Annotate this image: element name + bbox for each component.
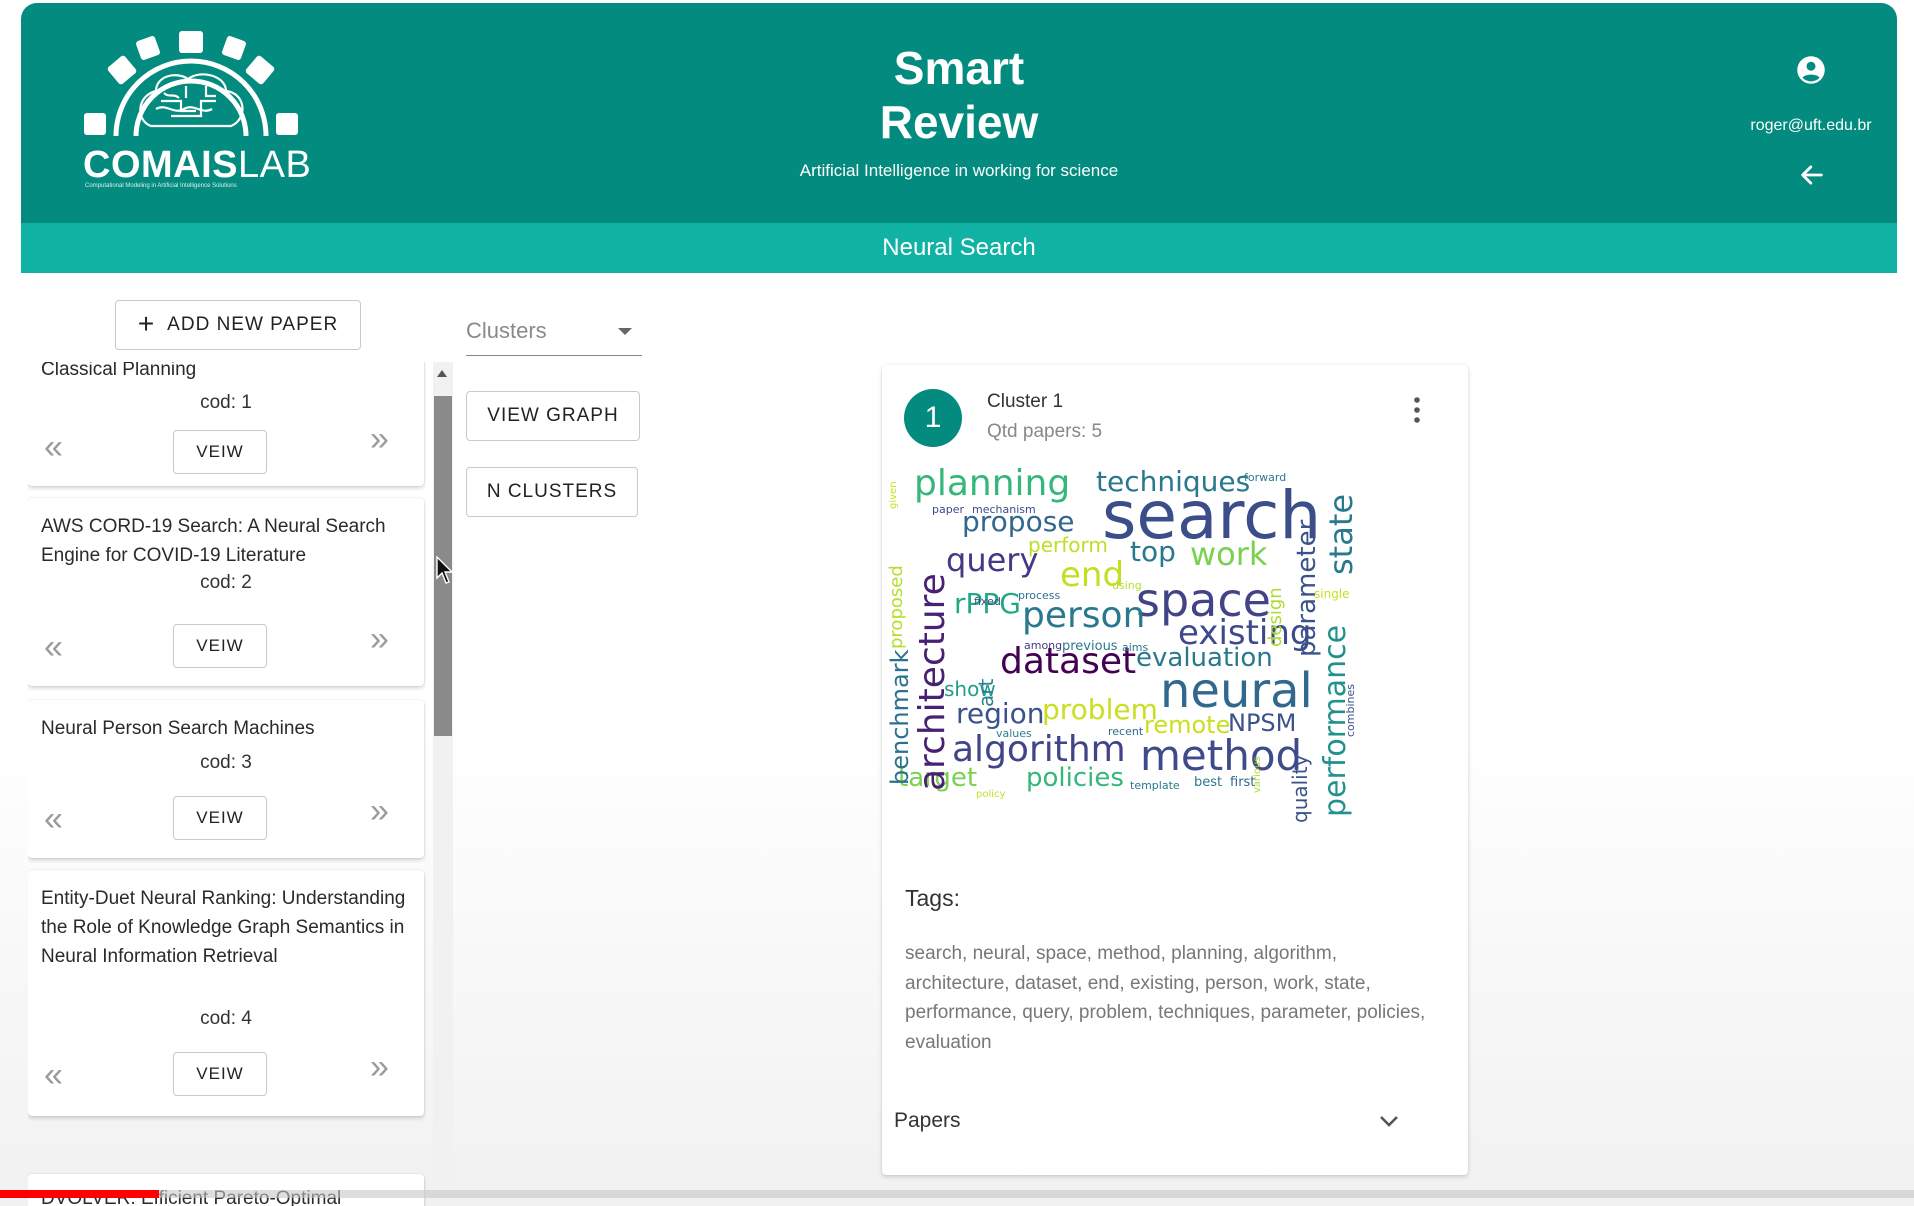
clusters-select-placeholder: Clusters xyxy=(466,318,547,343)
word-cloud-word: template xyxy=(1130,779,1180,792)
account-circle-icon[interactable] xyxy=(1796,55,1826,85)
section-title-bar: Neural Search xyxy=(21,223,1897,273)
more-vertical-icon[interactable] xyxy=(1412,395,1422,425)
paper-cod: cod: 3 xyxy=(200,752,252,773)
cluster-paper-count: Qtd papers: 5 xyxy=(987,421,1103,442)
add-new-paper-button[interactable]: + ADD NEW PAPER xyxy=(115,300,361,350)
papers-expander[interactable]: Papers xyxy=(882,1101,1468,1161)
word-cloud-word: techniques xyxy=(1096,465,1251,498)
word-cloud-word: art xyxy=(974,678,998,707)
word-cloud-word: values xyxy=(996,727,1032,740)
paper-card: Entity-Duet Neural Ranking: Understandin… xyxy=(28,870,424,1116)
paper-cod: cod: 2 xyxy=(200,572,252,593)
caret-down-icon xyxy=(618,328,632,335)
word-cloud-word: paper xyxy=(932,503,964,516)
word-cloud-word: state xyxy=(1322,493,1360,575)
word-cloud-word: best xyxy=(1194,775,1223,790)
view-graph-button[interactable]: VIEW GRAPH xyxy=(466,391,640,441)
word-cloud-word: planning xyxy=(914,463,1071,504)
video-progress-track[interactable] xyxy=(0,1190,1914,1198)
clusters-select[interactable]: Clusters xyxy=(466,312,642,356)
word-cloud-word: various xyxy=(1252,756,1263,793)
word-cloud-word: proposed xyxy=(886,565,907,649)
add-new-paper-label: ADD NEW PAPER xyxy=(167,314,339,335)
word-cloud-word: region xyxy=(956,697,1045,730)
user-email: roger@uft.edu.br xyxy=(1750,117,1872,134)
paper-card: AWS CORD-19 Search: A Neural Search Engi… xyxy=(28,498,424,686)
word-cloud-word: using xyxy=(1112,579,1142,592)
word-cloud-word: benchmark xyxy=(886,649,914,785)
cluster-number-avatar: 1 xyxy=(904,389,962,447)
app-title-line1: Smart xyxy=(893,42,1025,94)
previous-icon[interactable]: « xyxy=(44,802,63,836)
view-paper-button[interactable]: VEIW xyxy=(173,796,267,840)
papers-label: Papers xyxy=(894,1109,961,1132)
n-clusters-button[interactable]: N CLUSTERS xyxy=(466,467,638,517)
word-cloud-word: forward xyxy=(1244,471,1287,484)
plus-icon: + xyxy=(137,307,156,339)
page: COMAISLAB Computational Modeling in Arti… xyxy=(0,0,1914,1206)
word-cloud-word: among xyxy=(1024,639,1063,652)
word-cloud-word: given xyxy=(888,481,899,509)
paper-cod: cod: 1 xyxy=(200,392,252,413)
cluster-name: Cluster 1 xyxy=(987,391,1064,412)
paper-card: Neural Person Search Machines cod: 3 « V… xyxy=(28,700,424,858)
tags-list: search, neural, space, method, planning,… xyxy=(905,943,1426,1053)
chevron-down-icon[interactable] xyxy=(1378,1113,1400,1129)
word-cloud-word: top xyxy=(1130,535,1176,568)
word-cloud-word: design xyxy=(1265,587,1286,647)
next-icon[interactable]: » xyxy=(370,794,389,828)
mouse-cursor-icon xyxy=(436,556,454,584)
tags-label: Tags: xyxy=(905,885,960,911)
word-cloud-word: single xyxy=(1314,587,1350,601)
word-cloud-word: mechanism xyxy=(972,503,1036,516)
previous-icon[interactable]: « xyxy=(44,630,63,664)
word-cloud-word: fixed xyxy=(974,595,1001,608)
app-subtitle: Artificial Intelligence in working for s… xyxy=(799,161,1119,180)
next-icon[interactable]: » xyxy=(370,1050,389,1084)
word-cloud-word: previous xyxy=(1062,639,1118,654)
paper-card: Learning Neural Search Policies for Clas… xyxy=(28,362,424,486)
next-icon[interactable]: » xyxy=(370,422,389,456)
word-cloud-word: quality xyxy=(1288,754,1312,823)
app-header: COMAISLAB Computational Modeling in Arti… xyxy=(21,3,1897,223)
view-paper-button[interactable]: VEIW xyxy=(173,1052,267,1096)
paper-cod: cod: 4 xyxy=(200,1008,252,1029)
word-cloud-word: recent xyxy=(1108,725,1144,738)
logo-subtext: Computational Modeling in Artificial Int… xyxy=(85,183,237,189)
word-cloud-word: combines xyxy=(1344,683,1357,737)
paper-title: AWS CORD-19 Search: A Neural Search Engi… xyxy=(41,516,386,566)
video-progress-fill[interactable] xyxy=(0,1190,159,1198)
word-cloud-word: query xyxy=(946,541,1039,579)
scroll-up-icon[interactable] xyxy=(437,370,447,377)
word-cloud-word: process xyxy=(1018,589,1061,602)
paper-title: Entity-Duet Neural Ranking: Understandin… xyxy=(41,888,406,967)
paper-list[interactable]: Learning Neural Search Policies for Clas… xyxy=(28,362,426,1206)
cluster-card: 1 Cluster 1 Qtd papers: 5 search planning… xyxy=(882,365,1468,1175)
word-cloud-word: architecture xyxy=(912,573,953,791)
word-cloud-word: policies xyxy=(1026,763,1124,793)
previous-icon[interactable]: « xyxy=(44,1058,63,1092)
app-title: Smart Review xyxy=(21,41,1897,149)
word-cloud: search planning techniques propose query perf… xyxy=(886,463,1460,837)
word-cloud-word: work xyxy=(1190,535,1268,573)
word-cloud-word: aims xyxy=(1122,641,1149,654)
previous-icon[interactable]: « xyxy=(44,430,63,464)
word-cloud-word: problem xyxy=(1042,693,1158,726)
view-paper-button[interactable]: VEIW xyxy=(173,430,267,474)
paper-title: Neural Person Search Machines xyxy=(41,718,315,739)
word-cloud-word: policy xyxy=(976,789,1006,800)
arrow-left-icon[interactable] xyxy=(1798,161,1826,189)
paper-title: Learning Neural Search Policies for Clas… xyxy=(41,362,197,380)
word-cloud-word: perform xyxy=(1028,533,1108,557)
word-cloud-word: method xyxy=(1140,731,1303,780)
next-icon[interactable]: » xyxy=(370,622,389,656)
app-title-line2: Review xyxy=(879,96,1039,148)
view-paper-button[interactable]: VEIW xyxy=(173,624,267,668)
